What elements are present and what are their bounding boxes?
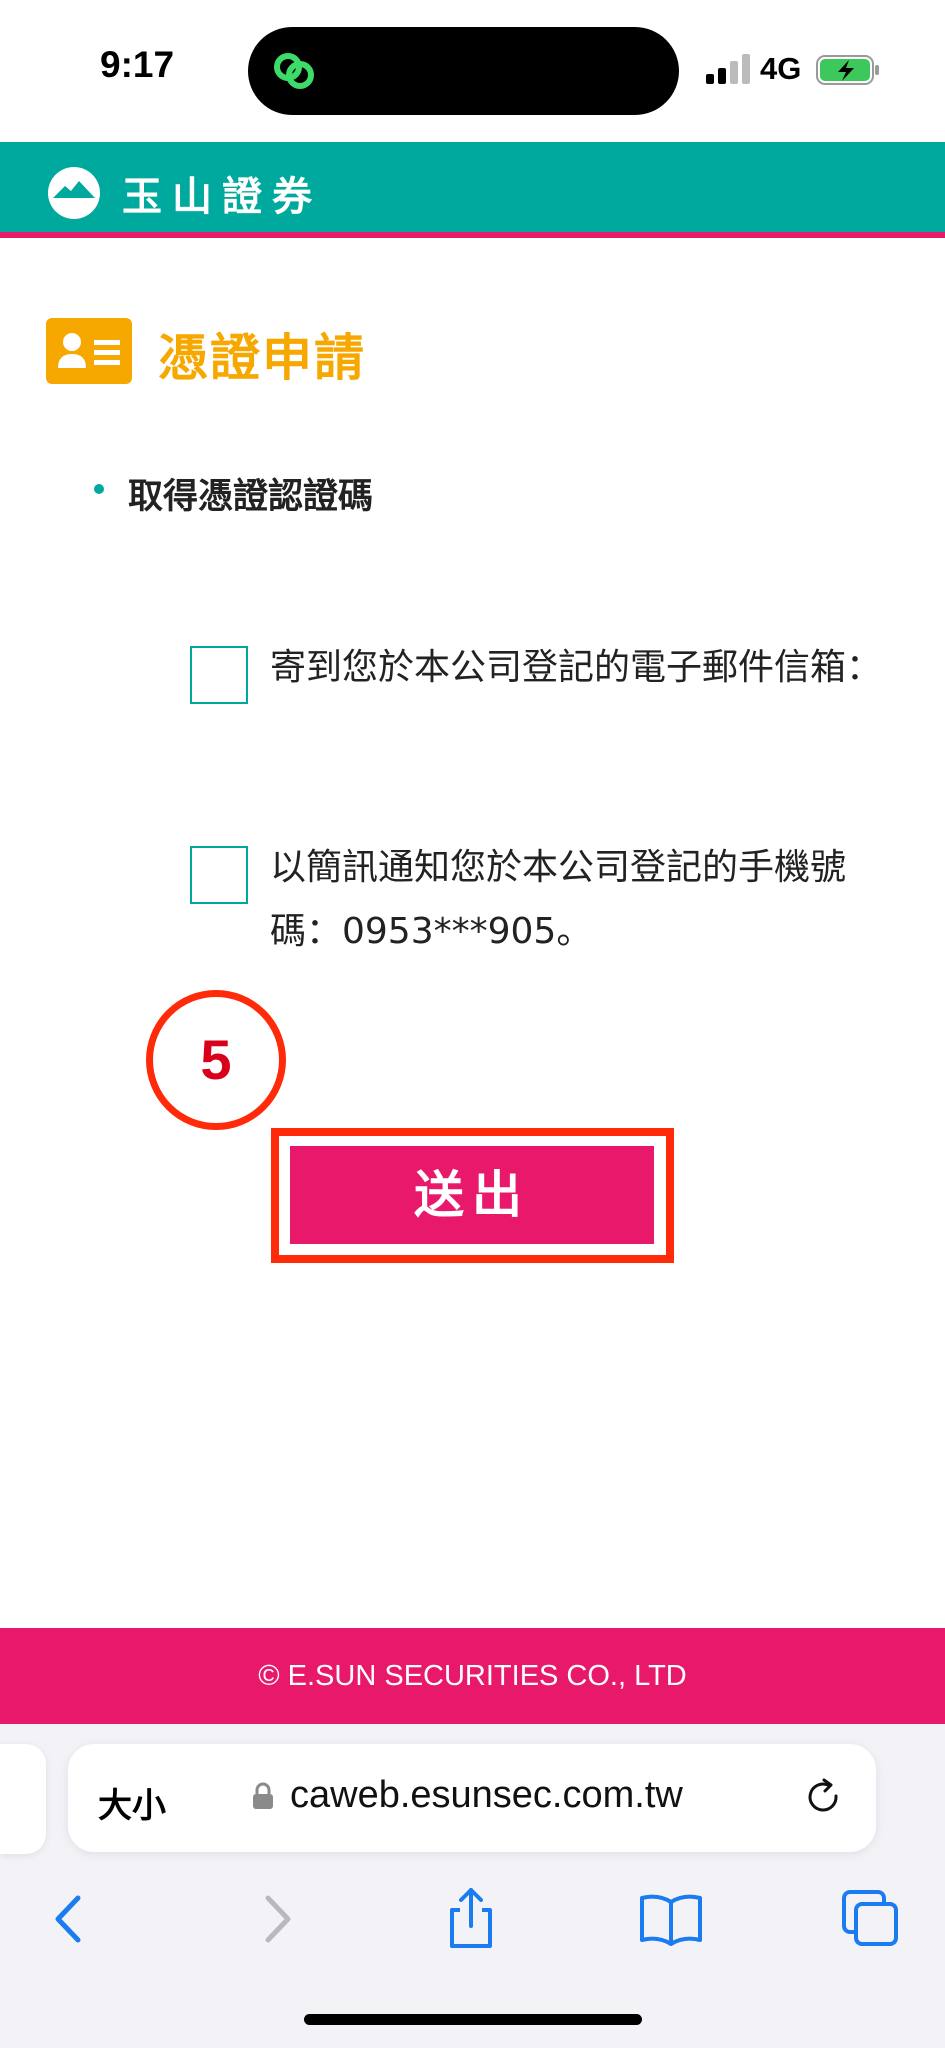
bullet-dot (94, 484, 104, 494)
sms-checkbox[interactable] (190, 846, 248, 904)
lock-icon (253, 1782, 273, 1809)
section-title: 取得憑證認證碼 (128, 477, 374, 517)
id-card-icon (46, 318, 132, 384)
page-title: 憑證申請 (158, 329, 366, 387)
browser-toolbar (0, 1874, 945, 1964)
dynamic-island (248, 27, 679, 115)
app-indicator-icon (274, 53, 314, 89)
browser-chrome: 大小 caweb.esunsec.com.tw (0, 1724, 945, 2048)
previous-tab-preview[interactable] (0, 1744, 46, 1854)
brand-name: 玉山證券 (122, 174, 322, 220)
email-option-label: 寄到您於本公司登記的電子郵件信箱： (270, 647, 883, 688)
email-option[interactable]: 寄到您於本公司登記的電子郵件信箱： (190, 636, 890, 766)
email-checkbox[interactable] (190, 646, 248, 704)
copyright-text: © E.SUN SECURITIES CO., LTD (258, 1660, 687, 1692)
reload-icon[interactable] (802, 1776, 846, 1820)
step-annotation-badge: 5 (146, 990, 286, 1130)
status-bar: 9:17 4G (0, 0, 945, 142)
site-footer: © E.SUN SECURITIES CO., LTD (0, 1628, 945, 1724)
home-indicator (304, 2014, 642, 2025)
url-text[interactable]: caweb.esunsec.com.tw (290, 1774, 683, 1817)
network-type: 4G (760, 51, 802, 86)
esun-mountain-logo-icon (48, 167, 100, 219)
sms-option-label: 以簡訊通知您於本公司登記的手機號碼：0953***905。 (270, 847, 847, 952)
address-bar[interactable]: 大小 caweb.esunsec.com.tw (68, 1744, 876, 1852)
bookmarks-icon[interactable] (636, 1884, 706, 1954)
forward-icon[interactable] (240, 1884, 310, 1954)
text-size-button[interactable]: 大小 (98, 1778, 166, 1827)
submit-button[interactable]: 送出 (290, 1146, 654, 1244)
tabs-icon[interactable] (836, 1884, 906, 1954)
battery-charging-icon (816, 55, 879, 85)
step-number: 5 (200, 1028, 232, 1091)
site-header: 玉山證券 (0, 142, 945, 238)
status-time: 9:17 (100, 44, 175, 85)
back-icon[interactable] (36, 1884, 106, 1954)
signal-icon (706, 54, 750, 84)
sms-option[interactable]: 以簡訊通知您於本公司登記的手機號碼：0953***905。 (190, 836, 890, 966)
share-icon[interactable] (436, 1884, 506, 1954)
